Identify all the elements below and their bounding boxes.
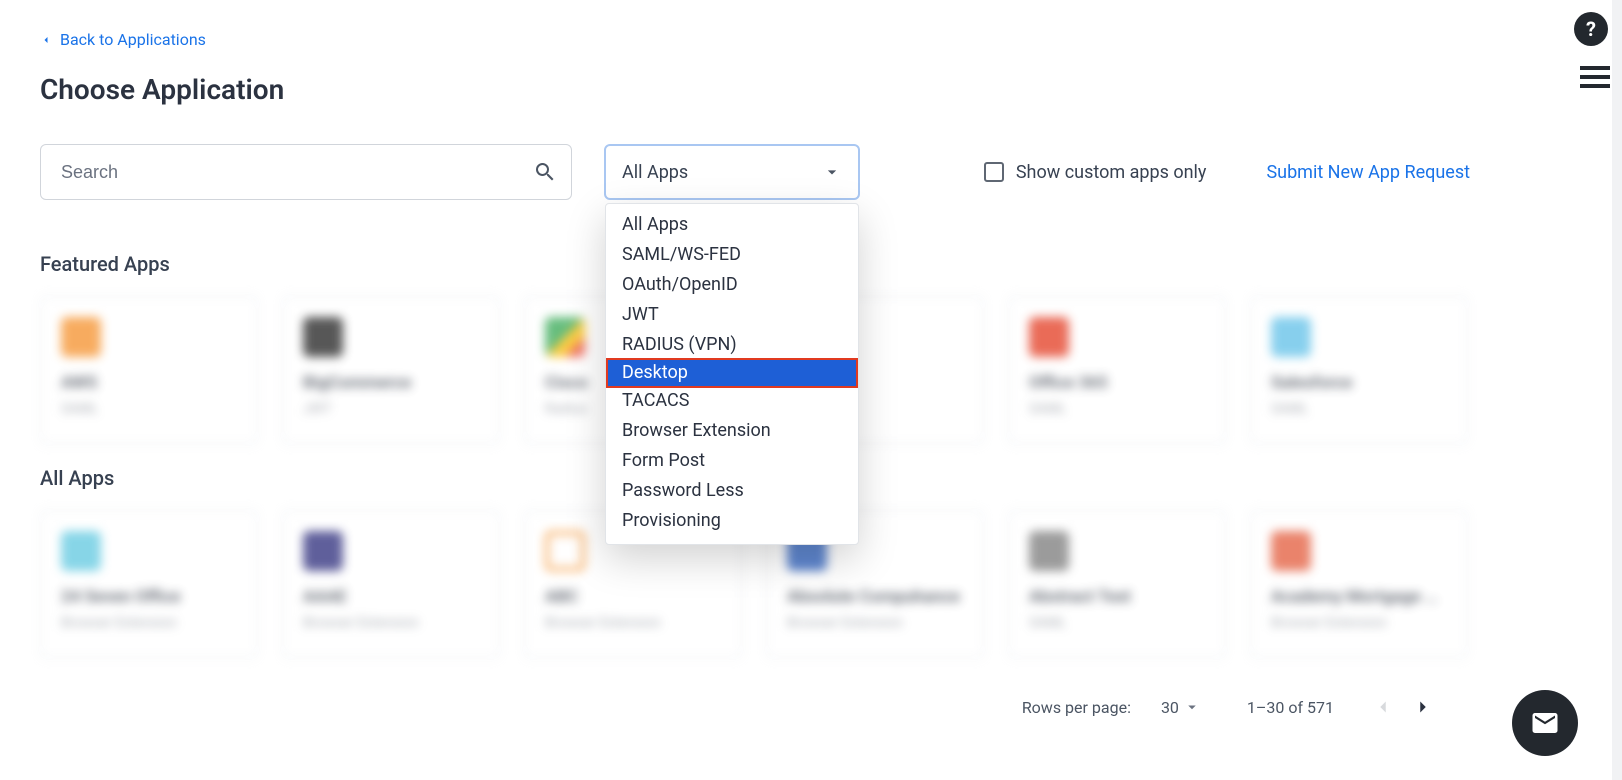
app-card-title: Absolute Compuhance (787, 587, 963, 607)
pagination-range-label: 1–30 of 571 (1247, 698, 1334, 717)
app-card-title: 24 Seven Office (61, 587, 237, 607)
app-card-subtitle: Browser Extension (303, 615, 479, 631)
caret-down-icon (1183, 698, 1201, 716)
app-card[interactable]: Academy Mortgage C… Browser Extension (1250, 510, 1468, 658)
search-icon (533, 160, 557, 184)
app-icon (1271, 531, 1311, 571)
filter-selected-label: All Apps (622, 162, 688, 183)
app-icon (545, 531, 585, 571)
app-card[interactable]: BigCommerce JWT (282, 296, 500, 444)
page-scrollbar[interactable] (1612, 0, 1622, 780)
filter-option[interactable]: TACACS (606, 386, 858, 416)
app-icon (61, 531, 101, 571)
chevron-down-icon (822, 162, 842, 182)
app-icon (303, 531, 343, 571)
filter-option[interactable]: OAuth/OpenID (606, 270, 858, 300)
filter-option[interactable]: Desktop (606, 358, 858, 388)
app-icon (1029, 531, 1069, 571)
app-icon (1029, 317, 1069, 357)
app-icon (1271, 317, 1311, 357)
app-card-subtitle: SAML (1029, 615, 1205, 631)
custom-apps-label: Show custom apps only (1016, 162, 1207, 183)
app-card-subtitle: Browser Extension (61, 615, 237, 631)
page-title: Choose Application (40, 73, 1470, 106)
app-card-subtitle: SAML (61, 401, 237, 417)
checkbox-box-icon (984, 162, 1004, 182)
submit-new-app-request-link[interactable]: Submit New App Request (1266, 162, 1470, 183)
app-card-subtitle: JWT (303, 401, 479, 417)
chevron-right-icon (1412, 696, 1434, 718)
app-card-subtitle: Browser Extension (1271, 615, 1447, 631)
back-to-applications-link[interactable]: Back to Applications (40, 30, 206, 49)
app-card-subtitle: SAML (1271, 401, 1447, 417)
app-icon (303, 317, 343, 357)
help-button[interactable]: ? (1574, 12, 1608, 46)
filter-option[interactable]: JWT (606, 300, 858, 330)
rows-per-page-select[interactable]: 30 (1161, 698, 1201, 717)
rows-per-page-value: 30 (1161, 698, 1179, 717)
app-card[interactable]: Abstract Text SAML (1008, 510, 1226, 658)
filter-option[interactable]: SAML/WS-FED (606, 240, 858, 270)
app-card-title: Office 365 (1029, 373, 1205, 393)
app-card[interactable]: AWS SAML (40, 296, 258, 444)
app-card-subtitle: Browser Extension (545, 615, 721, 631)
next-page-button[interactable] (1412, 696, 1434, 718)
pagination-bar: Rows per page: 30 1–30 of 571 (40, 696, 1470, 718)
app-card[interactable]: Office 365 SAML (1008, 296, 1226, 444)
app-icon (61, 317, 101, 357)
app-card-title: Abstract Text (1029, 587, 1205, 607)
filter-option[interactable]: Browser Extension (606, 416, 858, 446)
app-card-title: Academy Mortgage C… (1271, 587, 1447, 607)
back-link-label: Back to Applications (60, 30, 206, 49)
app-card-title: Salesforce (1271, 373, 1447, 393)
app-card-title: ABC (545, 587, 721, 607)
app-card-title: AWS (61, 373, 237, 393)
app-card[interactable]: Salesforce SAML (1250, 296, 1468, 444)
app-card-title: BigCommerce (303, 373, 479, 393)
app-icon (545, 317, 585, 357)
filter-option[interactable]: All Apps (606, 210, 858, 240)
question-icon: ? (1586, 17, 1596, 41)
app-card[interactable]: 24 Seven Office Browser Extension (40, 510, 258, 658)
rows-per-page-label: Rows per page: (1022, 698, 1131, 717)
app-card-title: AAAE (303, 587, 479, 607)
search-input[interactable] (61, 162, 533, 183)
mail-icon (1530, 708, 1560, 738)
filter-option[interactable]: Form Post (606, 446, 858, 476)
app-card-subtitle: SAML (1029, 401, 1205, 417)
chevron-left-icon (1372, 696, 1394, 718)
app-card[interactable]: AAAE Browser Extension (282, 510, 500, 658)
filter-option[interactable]: Password Less (606, 476, 858, 506)
search-input-wrapper[interactable] (40, 144, 572, 200)
show-custom-apps-checkbox[interactable]: Show custom apps only (984, 162, 1207, 183)
prev-page-button[interactable] (1372, 696, 1394, 718)
chevron-left-icon (40, 34, 52, 46)
filter-dropdown-panel: All AppsSAML/WS-FEDOAuth/OpenIDJWTRADIUS… (605, 203, 859, 545)
app-type-filter-select[interactable]: All Apps All AppsSAML/WS-FEDOAuth/OpenID… (604, 144, 860, 200)
filter-option[interactable]: Provisioning (606, 506, 858, 536)
chat-button[interactable] (1512, 690, 1578, 756)
hamburger-menu-button[interactable] (1580, 66, 1610, 88)
filter-option[interactable]: RADIUS (VPN) (606, 330, 858, 360)
app-card-subtitle: Browser Extension (787, 615, 963, 631)
